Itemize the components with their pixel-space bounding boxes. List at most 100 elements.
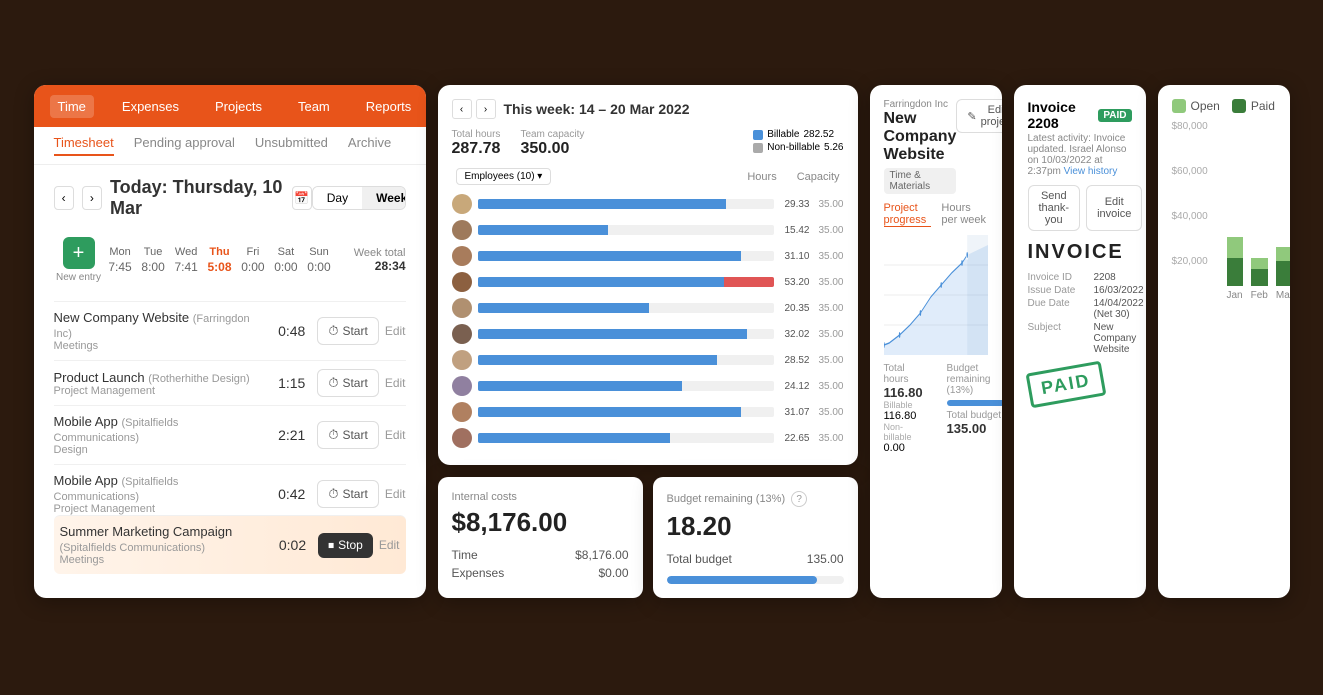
paid-stamp: PAID xyxy=(1025,361,1106,409)
employee-row: 31.10 35.00 xyxy=(452,243,844,269)
invoice-detail-row: Issue Date16/03/2022 xyxy=(1028,285,1144,296)
nav-item-projects[interactable]: Projects xyxy=(207,95,270,118)
day-sat: Sat 0:00 xyxy=(274,246,297,274)
edit-icon: ✎ xyxy=(967,110,976,123)
employee-hours: 15.42 xyxy=(780,225,810,236)
expenses-value: $0.00 xyxy=(598,566,628,580)
bar-group: Mar xyxy=(1276,121,1290,301)
team-capacity-value: 350.00 xyxy=(520,140,584,158)
employees-filter-button[interactable]: Employees (10) ▾ xyxy=(456,168,552,185)
employee-hours: 20.35 xyxy=(780,303,810,314)
edit-button-4[interactable]: Edit xyxy=(379,538,400,552)
edit-button-1[interactable]: Edit xyxy=(385,376,406,390)
invoice-detail-row: Due Date14/04/2022 (Net 30) xyxy=(1028,298,1144,320)
billable-label: Billable xyxy=(767,129,799,140)
budget-help-icon[interactable]: ? xyxy=(791,491,807,507)
project-name: New Company Website xyxy=(884,110,957,164)
week-panel: ‹ › This week: 14 – 20 Mar 2022 Total ho… xyxy=(438,85,858,465)
employee-row: 15.42 35.00 xyxy=(452,217,844,243)
total-budget-label: Total budget xyxy=(667,552,732,566)
stop-button[interactable]: ⏹ Stop xyxy=(318,533,373,558)
paid-legend-label: Paid xyxy=(1251,99,1275,113)
entry-time-0: 0:48 xyxy=(265,323,305,339)
employee-bar xyxy=(478,407,774,417)
week-panel-title: This week: 14 – 20 Mar 2022 xyxy=(504,101,690,117)
employee-capacity: 35.00 xyxy=(816,251,844,262)
week-next-button[interactable]: › xyxy=(476,99,496,119)
start-button-0[interactable]: ⏱ Start xyxy=(317,317,378,345)
day-view-button[interactable]: Day xyxy=(313,187,362,209)
edit-button-0[interactable]: Edit xyxy=(385,324,406,338)
tab-pending[interactable]: Pending approval xyxy=(134,135,235,156)
employee-capacity: 35.00 xyxy=(816,355,844,366)
entry-type-1: Project Management xyxy=(54,385,266,397)
invoice-title: INVOICE xyxy=(1028,241,1144,264)
time-entry-2: Mobile App (Spitalfields Communications)… xyxy=(54,405,406,464)
employee-capacity: 35.00 xyxy=(816,303,844,314)
employee-hours: 28.52 xyxy=(780,355,810,366)
tab-project-progress[interactable]: Project progress xyxy=(884,202,932,227)
non-billable-label: Non-billable xyxy=(767,142,820,153)
tab-hours-per-week[interactable]: Hours per week xyxy=(941,202,987,227)
y-label-20k: $20,000 xyxy=(1172,256,1208,267)
employee-avatar xyxy=(452,220,472,240)
day-thu: Thu 5:08 xyxy=(207,246,231,274)
edit-button-2[interactable]: Edit xyxy=(385,428,406,442)
bar-group: Jan xyxy=(1227,121,1243,301)
y-label-60k: $60,000 xyxy=(1172,166,1208,177)
employees-count-label: Employees (10) xyxy=(465,171,535,182)
nav-bar: Time Expenses Projects Team Reports Invo… xyxy=(34,85,426,127)
prev-day-button[interactable]: ‹ xyxy=(54,186,74,210)
invoice-paid-badge: PAID xyxy=(1098,109,1131,122)
start-button-2[interactable]: ⏱ Start xyxy=(317,421,378,449)
view-history-link[interactable]: View history xyxy=(1064,166,1118,177)
entry-time-3: 0:42 xyxy=(265,486,305,502)
nav-item-reports[interactable]: Reports xyxy=(358,95,420,118)
paid-legend-box xyxy=(1232,99,1246,113)
time-entry-1: Product Launch (Rotherhithe Design) Proj… xyxy=(54,360,406,405)
next-day-button[interactable]: › xyxy=(82,186,102,210)
entry-project-0: New Company Website xyxy=(54,310,190,325)
start-button-3[interactable]: ⏱ Start xyxy=(317,480,378,508)
nav-item-time[interactable]: Time xyxy=(50,95,94,118)
employee-row: 28.52 35.00 xyxy=(452,347,844,373)
edit-invoice-button[interactable]: Edit invoice xyxy=(1086,185,1142,231)
tab-timesheet[interactable]: Timesheet xyxy=(54,135,114,156)
employee-hours: 22.65 xyxy=(780,433,810,444)
employee-capacity: 35.00 xyxy=(816,407,844,418)
employee-bar xyxy=(478,433,774,443)
entry-type-3: Project Management xyxy=(54,503,266,515)
week-prev-button[interactable]: ‹ xyxy=(452,99,472,119)
tab-unsubmitted[interactable]: Unsubmitted xyxy=(255,135,328,156)
day-mon: Mon 7:45 xyxy=(108,246,131,274)
employee-capacity: 35.00 xyxy=(816,433,844,444)
total-budget-value: 135.00 xyxy=(807,552,844,566)
clock-icon-0: ⏱ xyxy=(328,323,338,339)
employee-bar xyxy=(478,381,774,391)
employee-capacity: 35.00 xyxy=(816,225,844,236)
nav-item-expenses[interactable]: Expenses xyxy=(114,95,187,118)
employee-capacity: 35.00 xyxy=(816,381,844,392)
project-panel: Farringdon Inc New Company Website Time … xyxy=(870,85,1002,598)
time-entry-0: New Company Website (Farringdon Inc) Mee… xyxy=(54,301,406,360)
week-total-label: Week total xyxy=(336,247,406,259)
date-title: Today: Thursday, 10 Mar xyxy=(110,177,284,219)
entry-type-4: Meetings xyxy=(60,554,267,566)
entry-project-3: Mobile App xyxy=(54,473,118,488)
send-thankyou-button[interactable]: Send thank-you xyxy=(1028,185,1081,231)
week-view-button[interactable]: Week xyxy=(362,187,405,209)
tab-archive[interactable]: Archive xyxy=(348,135,391,156)
employee-hours: 31.10 xyxy=(780,251,810,262)
start-button-1[interactable]: ⏱ Start xyxy=(317,369,378,397)
edit-project-button[interactable]: ✎ Edit project xyxy=(956,99,1001,133)
nav-item-team[interactable]: Team xyxy=(290,95,338,118)
employee-avatar xyxy=(452,350,472,370)
calendar-button[interactable]: 📅 xyxy=(292,186,312,210)
day-fri: Fri 0:00 xyxy=(241,246,264,274)
edit-button-3[interactable]: Edit xyxy=(385,487,406,501)
new-entry-button[interactable]: + xyxy=(63,237,95,269)
time-entry-4: Summer Marketing Campaign (Spitalfields … xyxy=(54,515,406,574)
view-toggle: Day Week xyxy=(312,186,406,210)
day-tue: Tue 8:00 xyxy=(141,246,164,274)
bar-open xyxy=(1227,237,1243,258)
